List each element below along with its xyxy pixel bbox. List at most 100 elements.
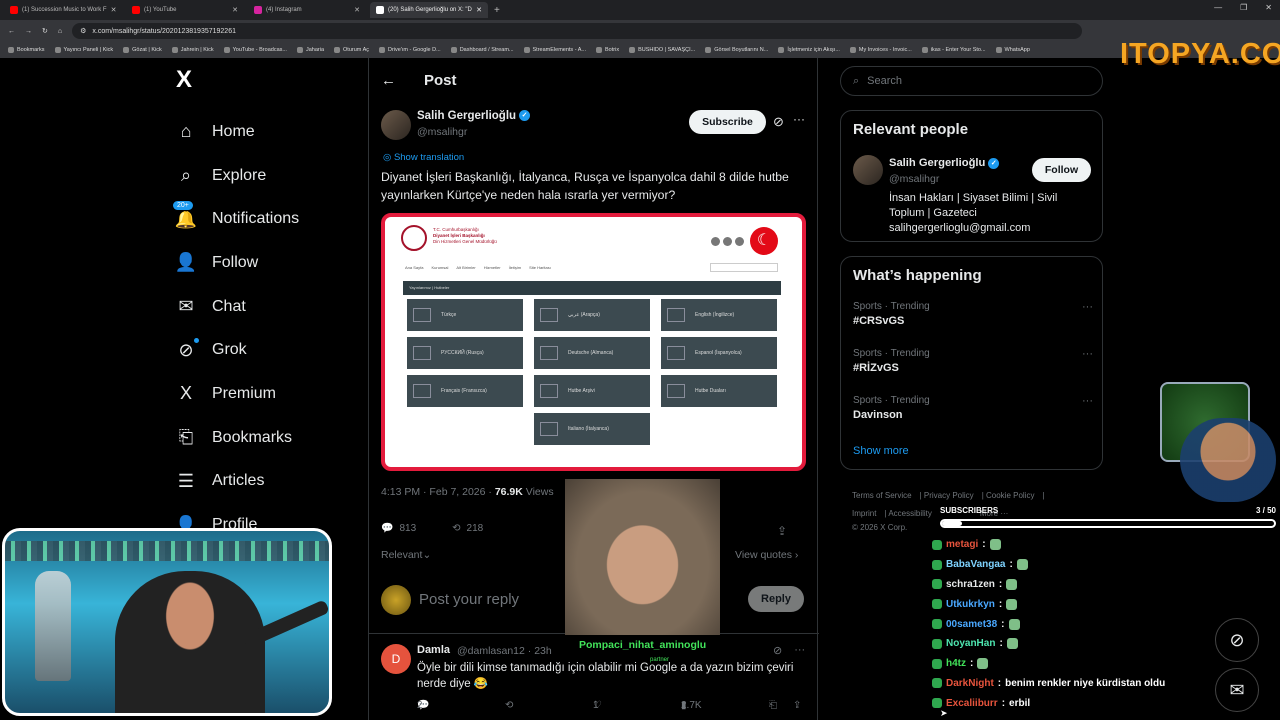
maximize-icon[interactable]: ❐ — [1240, 3, 1247, 12]
person-handle[interactable]: @msalihgr — [889, 173, 939, 185]
footer-link[interactable]: Terms of Service — [852, 491, 912, 500]
forward-icon[interactable]: → — [25, 28, 32, 35]
bookmark-item[interactable]: StreamElements - A... — [523, 47, 586, 53]
reply-author-handle[interactable]: @damlasan12 · 23h — [457, 645, 552, 657]
close-tab-icon[interactable]: ✕ — [354, 6, 360, 14]
bookmark-label: ikas - Enter Your Sto... — [930, 47, 986, 53]
reload-icon[interactable]: ↻ — [42, 27, 48, 35]
chat-username[interactable]: BabaVangaa — [946, 559, 1005, 570]
new-tab-button[interactable]: + — [494, 5, 500, 16]
repost-action[interactable]: ⟲ 218 — [452, 523, 483, 534]
nav-follow[interactable]: 👤 Follow — [175, 241, 299, 285]
chat-username[interactable]: metagi — [946, 539, 978, 550]
bookmark-item[interactable]: Oturum Aç — [334, 47, 369, 53]
follow-button[interactable]: Follow — [1032, 158, 1091, 182]
post-image[interactable]: T.C. Cumhurbaşkanlığı Diyanet İşleri Başk… — [381, 213, 806, 471]
bookmark-item[interactable]: İşletmeniz için Akışı... — [778, 47, 840, 53]
reply-action[interactable]: 💬 813 — [381, 523, 416, 534]
trend-item[interactable]: Sports · Trending #CRSvGS ··· — [853, 301, 1093, 327]
post-timestamp[interactable]: 4:13 PM · Feb 7, 2026 · — [381, 486, 495, 498]
footer-link[interactable]: Cookie Policy — [986, 491, 1034, 500]
reply-input[interactable]: Post your reply — [419, 591, 519, 608]
chat-username[interactable]: NoyanHan — [946, 638, 995, 649]
nav-home[interactable]: ⌂ Home — [176, 110, 299, 154]
bookmark-item[interactable]: Gözat | Kick — [123, 47, 162, 53]
bookmark-item[interactable]: WhatsApp — [995, 47, 1030, 53]
bookmark-item[interactable]: Görsel Boyutlarını N... — [705, 47, 768, 53]
bookmark-item[interactable]: My Invoices - Invoic... — [849, 47, 912, 53]
home-icon[interactable]: ⌂ — [58, 28, 62, 35]
bookmark-item[interactable]: Bookmarks — [8, 47, 45, 53]
more-options-icon[interactable]: ··· — [1082, 395, 1093, 407]
reply-author-name[interactable]: Damla — [417, 644, 450, 656]
share-icon[interactable]: ⇪ — [793, 700, 801, 711]
x-logo[interactable]: X — [176, 66, 192, 94]
more-options-icon[interactable]: ··· — [794, 644, 805, 657]
more-options-icon[interactable]: ··· — [1082, 348, 1093, 360]
browser-tab[interactable]: (4) Instagram ✕ — [248, 2, 366, 18]
bookmark-icon[interactable]: ⎗ — [769, 700, 777, 711]
reply-item[interactable]: D Damla @damlasan12 · 23h ⊘ ··· Öyle bir … — [381, 642, 807, 718]
close-tab-icon[interactable]: ✕ — [476, 6, 482, 14]
bookmark-item[interactable]: Dashboard / Stream... — [450, 47, 514, 53]
grok-icon[interactable]: ⊘ — [773, 114, 784, 130]
close-tab-icon[interactable]: ✕ — [232, 6, 238, 14]
reply-button[interactable]: Reply — [748, 586, 804, 612]
avatar[interactable] — [853, 155, 883, 185]
bookmark-item[interactable]: BUSHIDO | SAVAŞÇI... — [629, 47, 695, 53]
reply-repost-action[interactable]: ⟲ — [505, 700, 513, 711]
back-arrow-icon[interactable]: ← — [381, 72, 396, 89]
grok-fab-icon[interactable]: ⊘ — [1215, 618, 1259, 662]
browser-tab[interactable]: (1) Succession Music to Work F ✕ — [4, 2, 122, 18]
chat-username[interactable]: Utkukrkyn — [946, 599, 995, 610]
grok-icon[interactable]: ⊘ — [773, 644, 782, 657]
view-quotes-link[interactable]: View quotes › — [735, 549, 798, 561]
bookmark-item[interactable]: Drive'ım - Google D... — [379, 47, 441, 53]
bookmark-item[interactable]: YouTube - Broadcas... — [223, 47, 287, 53]
site-info-icon[interactable]: ⚙ — [80, 27, 86, 35]
search-input[interactable]: ⌕ Search — [840, 66, 1103, 96]
trend-item[interactable]: Sports · Trending Davinson ··· — [853, 395, 1093, 421]
show-more-link[interactable]: Show more — [853, 445, 909, 457]
more-options-icon[interactable]: ··· — [1082, 301, 1093, 313]
chat-username[interactable]: DarkNight — [946, 678, 994, 689]
bookmark-item[interactable]: Botrix — [596, 47, 619, 53]
bookmark-item[interactable]: Jaharia — [296, 47, 324, 53]
nav-grok[interactable]: ⊘ Grok — [176, 328, 299, 372]
close-window-icon[interactable]: ✕ — [1265, 3, 1272, 12]
nav-explore[interactable]: ⌕ Explore — [176, 154, 299, 198]
footer-link[interactable]: Accessibility — [888, 509, 932, 518]
chat-username[interactable]: 00samet38 — [946, 619, 997, 630]
close-tab-icon[interactable]: ✕ — [111, 6, 117, 14]
back-icon[interactable]: ← — [8, 28, 15, 35]
bookmark-item[interactable]: Yayıncı Paneli | Kick — [54, 47, 113, 53]
avatar[interactable] — [381, 110, 411, 140]
bookmark-item[interactable]: Jahrein | Kick — [171, 47, 214, 53]
reply-avatar[interactable]: D — [381, 644, 411, 674]
nav-chat[interactable]: ✉ Chat — [176, 285, 299, 329]
show-translation-link[interactable]: ◎ Show translation — [383, 152, 464, 163]
minimize-icon[interactable]: — — [1214, 3, 1222, 12]
nav-bookmarks[interactable]: ⎗ Bookmarks — [176, 416, 299, 460]
messages-fab-icon[interactable]: ✉ — [1215, 668, 1259, 712]
footer-link[interactable]: Privacy Policy — [924, 491, 974, 500]
author-handle[interactable]: @msalihgr — [417, 126, 467, 138]
trend-item[interactable]: Sports · Trending #RİZvGS ··· — [853, 348, 1093, 374]
chat-username[interactable]: schra1zen — [946, 579, 995, 590]
chat-username[interactable]: h4tz — [946, 658, 966, 669]
footer-link[interactable]: Imprint — [852, 509, 876, 518]
nav-notifications[interactable]: 🔔 20+ Notifications — [172, 197, 299, 241]
sort-relevant-dropdown[interactable]: Relevant⌄ — [381, 549, 431, 561]
share-icon[interactable]: ⇪ — [777, 524, 787, 538]
browser-tab-active[interactable]: (20) Salih Gergerlioğlu on X: "D ✕ — [370, 2, 488, 18]
more-options-icon[interactable]: ··· — [793, 112, 805, 126]
nav-premium[interactable]: X Premium — [176, 372, 299, 416]
nav-articles[interactable]: ☰ Articles — [176, 460, 299, 504]
browser-tab[interactable]: (1) YouTube ✕ — [126, 2, 244, 18]
author-name[interactable]: Salih Gergerlioğlu ✓ — [417, 110, 531, 122]
chat-username[interactable]: Excaliiburr — [946, 698, 998, 709]
subscribe-button[interactable]: Subscribe — [689, 110, 766, 134]
bookmark-item[interactable]: ikas - Enter Your Sto... — [921, 47, 986, 53]
url-field[interactable]: ⚙ x.com/msalihgr/status/20201238193571922… — [72, 23, 1083, 39]
person-name[interactable]: Salih Gergerlioğlu ✓ — [889, 157, 1000, 169]
